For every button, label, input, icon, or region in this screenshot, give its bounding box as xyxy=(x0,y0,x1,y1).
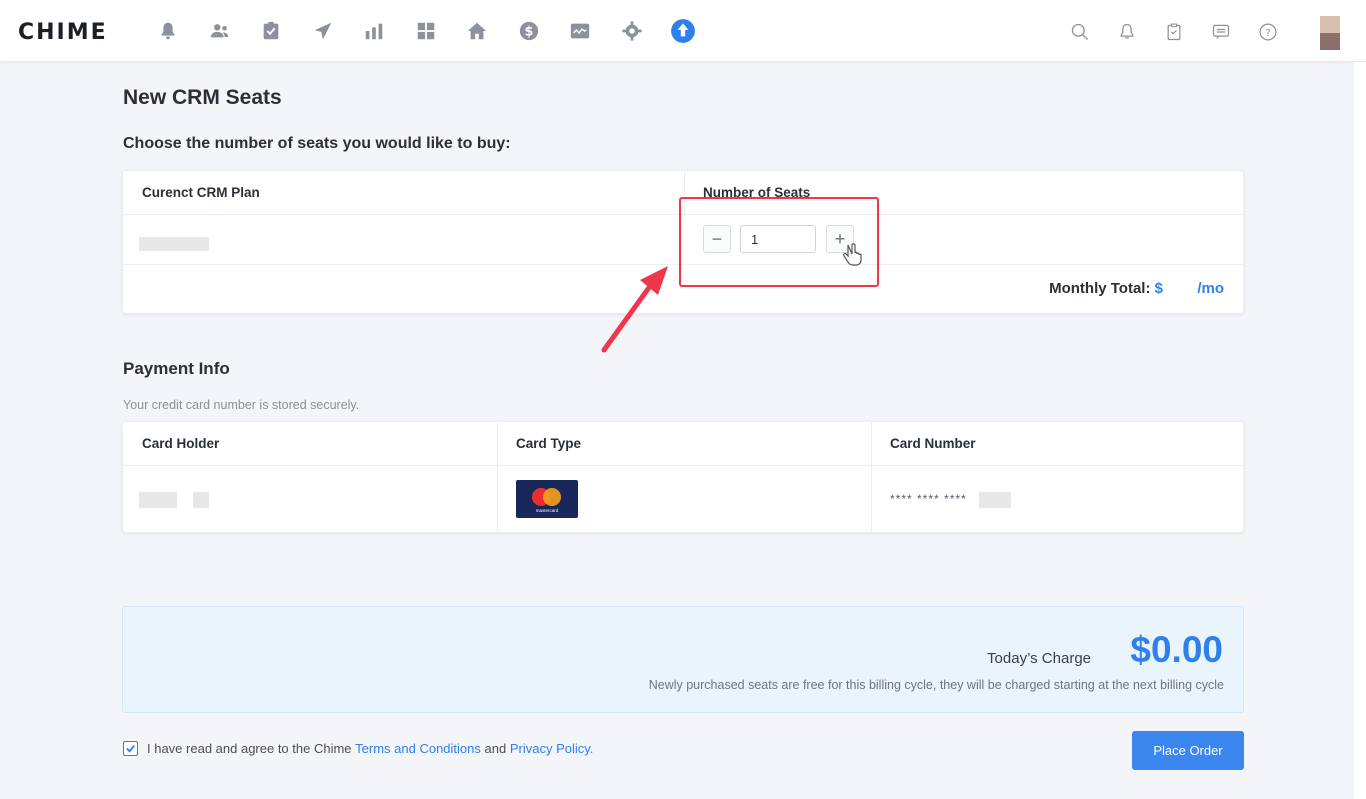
page-right-edge xyxy=(1354,62,1366,799)
todays-charge-label: Today’s Charge xyxy=(987,650,1091,667)
payment-security-note: Your credit card number is stored secure… xyxy=(123,398,360,412)
mastercard-orange-circle xyxy=(543,488,561,506)
monthly-total-currency: $ xyxy=(1154,280,1163,297)
agreement-and: and xyxy=(484,741,507,756)
chime-logo[interactable]: CHIME xyxy=(18,20,108,45)
analytics-icon[interactable] xyxy=(567,18,593,44)
monthly-total: Monthly Total: $ /mo xyxy=(1049,280,1224,297)
column-divider xyxy=(871,422,872,534)
dollar-icon[interactable]: $ xyxy=(516,18,542,44)
annotation-arrow-icon xyxy=(601,266,668,353)
monthly-total-label: Monthly Total: xyxy=(1049,280,1151,297)
page-title: New CRM Seats xyxy=(123,86,282,109)
column-header-card-number: Card Number xyxy=(890,436,976,451)
highlight-box xyxy=(679,197,879,287)
dashboard-icon[interactable] xyxy=(413,18,439,44)
main-nav: $ xyxy=(155,18,722,44)
bell-alert-icon[interactable] xyxy=(155,18,181,44)
seats-subtitle: Choose the number of seats you would lik… xyxy=(123,135,511,152)
svg-text:$: $ xyxy=(524,25,533,40)
column-header-holder: Card Holder xyxy=(142,436,220,451)
payment-table: Card Holder Card Type Card Number master… xyxy=(122,421,1244,534)
agreement-text: I have read and agree to the Chime xyxy=(147,741,352,756)
agree-checkbox[interactable] xyxy=(123,741,138,756)
avatar-bottom xyxy=(1320,33,1340,50)
current-plan-value xyxy=(139,237,209,251)
monthly-total-period: /mo xyxy=(1197,280,1224,297)
top-navigation-bar: CHIME $ ? xyxy=(0,0,1366,62)
tasks-icon[interactable] xyxy=(258,18,284,44)
reports-icon[interactable] xyxy=(361,18,387,44)
contacts-icon[interactable] xyxy=(207,18,233,44)
listings-icon[interactable] xyxy=(464,18,490,44)
place-order-button[interactable]: Place Order xyxy=(1132,731,1244,770)
svg-text:?: ? xyxy=(1265,28,1270,39)
mastercard-wordmark: mastercard xyxy=(535,508,559,513)
checkmark-icon xyxy=(126,745,135,753)
settings-icon[interactable] xyxy=(619,18,645,44)
column-divider xyxy=(497,422,498,534)
upgrade-icon[interactable] xyxy=(670,18,696,44)
header-utility-icons: ? xyxy=(1068,20,1303,44)
terms-agreement: I have read and agree to the Chime Terms… xyxy=(123,741,593,756)
pointer-hand-icon xyxy=(843,243,862,266)
row-divider xyxy=(123,465,1243,466)
message-icon[interactable] xyxy=(1209,20,1233,44)
column-header-plan: Curenct CRM Plan xyxy=(142,185,260,200)
todays-charge-amount: $0.00 xyxy=(1130,629,1223,670)
send-icon[interactable] xyxy=(310,18,336,44)
card-holder-value xyxy=(193,492,209,508)
card-number-masked: **** **** **** xyxy=(890,492,967,506)
mastercard-logo: mastercard xyxy=(516,480,578,518)
help-icon[interactable]: ? xyxy=(1256,20,1280,44)
card-holder-value xyxy=(139,492,177,508)
privacy-policy-link[interactable]: Privacy Policy. xyxy=(510,741,594,756)
user-avatar[interactable] xyxy=(1320,16,1340,50)
todays-charge-panel: Today’s Charge $0.00 Newly purchased sea… xyxy=(122,606,1244,713)
column-header-card-type: Card Type xyxy=(516,436,582,451)
terms-link[interactable]: Terms and Conditions xyxy=(355,741,481,756)
billing-cycle-note: Newly purchased seats are free for this … xyxy=(648,678,1224,692)
avatar-top xyxy=(1320,16,1340,33)
notification-icon[interactable] xyxy=(1115,20,1139,44)
card-number-last-digits xyxy=(979,492,1011,508)
payment-info-title: Payment Info xyxy=(123,359,230,378)
search-icon[interactable] xyxy=(1068,20,1092,44)
clipboard-icon[interactable] xyxy=(1162,20,1186,44)
